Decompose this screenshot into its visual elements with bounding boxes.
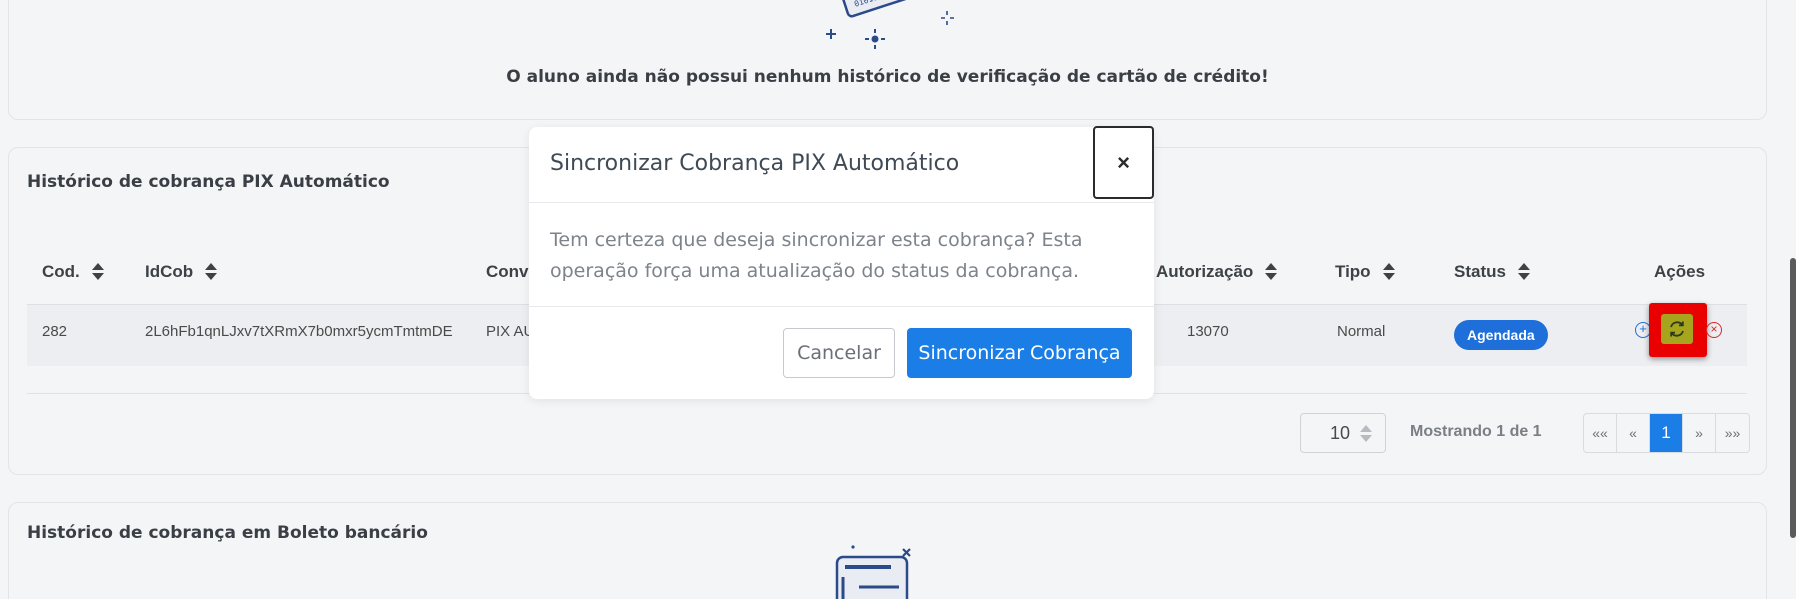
sync-modal: Sincronizar Cobrança PIX Automático × Te… <box>529 126 1154 399</box>
modal-footer-divider <box>529 306 1154 307</box>
modal-body-text: Tem certeza que deseja sincronizar esta … <box>550 229 1083 282</box>
confirm-sync-button[interactable]: Sincronizar Cobrança <box>907 328 1132 378</box>
modal-title: Sincronizar Cobrança PIX Automático <box>550 151 960 176</box>
close-button[interactable]: × <box>1093 126 1154 199</box>
cancel-button[interactable]: Cancelar <box>783 328 895 378</box>
modal-header-divider <box>529 202 1154 203</box>
